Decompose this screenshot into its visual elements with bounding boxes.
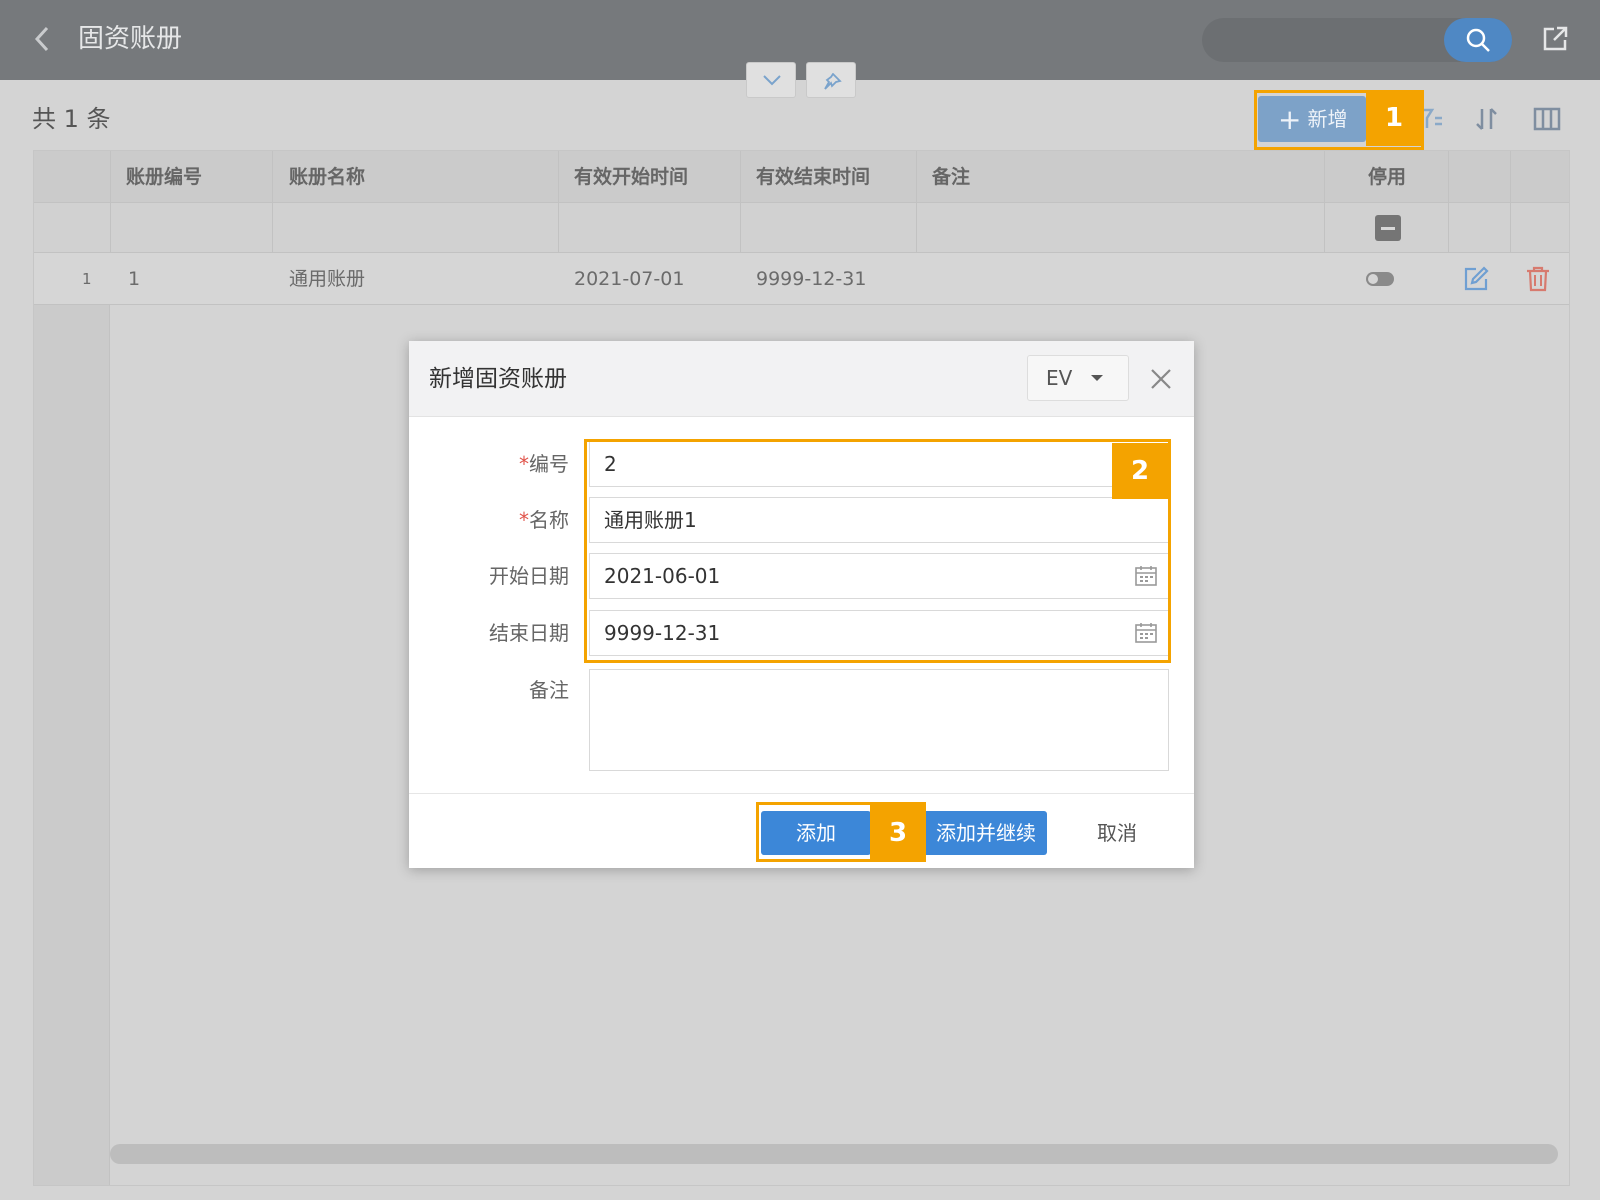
cell-end: 9999-12-31 [756, 268, 867, 290]
cancel-button[interactable]: 取消 [1077, 811, 1157, 855]
remark-label: 备注 [529, 678, 569, 702]
filter-disabled-toggle[interactable] [1375, 215, 1401, 241]
column-header-start[interactable]: 有效开始时间 [574, 151, 688, 203]
column-header-remark[interactable]: 备注 [932, 151, 970, 203]
search-icon [1466, 28, 1490, 52]
remark-textarea[interactable] [589, 669, 1169, 771]
start-date-label: 开始日期 [489, 564, 569, 588]
column-divider [110, 151, 111, 253]
disabled-switch[interactable] [1366, 272, 1394, 286]
chevron-down-icon [763, 75, 781, 86]
table-row[interactable]: 1 1 通用账册 2021-07-01 9999-12-31 [34, 253, 1569, 305]
sort-icon[interactable] [1472, 104, 1502, 134]
search-button[interactable] [1444, 18, 1512, 62]
cell-name: 通用账册 [289, 268, 366, 290]
export-icon[interactable] [1540, 24, 1570, 54]
language-value: EV [1046, 366, 1073, 390]
dialog-header: 新增固资账册 EV [409, 341, 1194, 417]
step-badge-1: 1 [1366, 90, 1422, 146]
close-icon[interactable] [1149, 367, 1173, 395]
step-badge-3: 3 [870, 805, 926, 861]
page-title: 固资账册 [78, 24, 183, 54]
dialog-title: 新增固资账册 [429, 366, 567, 392]
edit-icon[interactable] [1462, 265, 1490, 297]
pin-header-button[interactable] [806, 62, 856, 98]
highlight-box-2 [584, 439, 1171, 663]
column-divider [1324, 151, 1325, 253]
column-header-name[interactable]: 账册名称 [289, 151, 365, 203]
row-number-column [34, 151, 110, 1185]
column-divider [916, 151, 917, 253]
record-count: 共 1 条 [32, 105, 111, 133]
language-select[interactable]: EV [1027, 355, 1129, 401]
code-label: *编号 [519, 452, 569, 476]
column-divider [272, 151, 273, 253]
back-icon[interactable] [28, 24, 58, 54]
top-bar: 固资账册 [0, 0, 1600, 80]
column-divider [1448, 151, 1449, 253]
trash-icon[interactable] [1524, 265, 1552, 297]
collapse-header-button[interactable] [746, 62, 796, 98]
column-divider [740, 151, 741, 253]
column-header-code[interactable]: 账册编号 [126, 151, 202, 203]
columns-icon[interactable] [1532, 104, 1562, 134]
step-badge-2: 2 [1112, 443, 1168, 499]
column-header-end[interactable]: 有效结束时间 [756, 151, 870, 203]
horizontal-scrollbar[interactable] [110, 1144, 1558, 1164]
column-divider [1510, 151, 1511, 253]
column-header-disabled[interactable]: 停用 [1368, 151, 1406, 203]
caret-down-icon [1091, 375, 1103, 381]
table-header: 账册编号 账册名称 有效开始时间 有效结束时间 备注 停用 [34, 151, 1569, 203]
row-index: 1 [82, 270, 92, 288]
filter-row [34, 203, 1569, 253]
end-date-label: 结束日期 [489, 621, 569, 645]
cell-start: 2021-07-01 [574, 268, 685, 290]
cell-code: 1 [128, 268, 141, 290]
name-label: *名称 [519, 508, 569, 532]
column-divider [558, 151, 559, 253]
pin-icon [824, 73, 842, 90]
